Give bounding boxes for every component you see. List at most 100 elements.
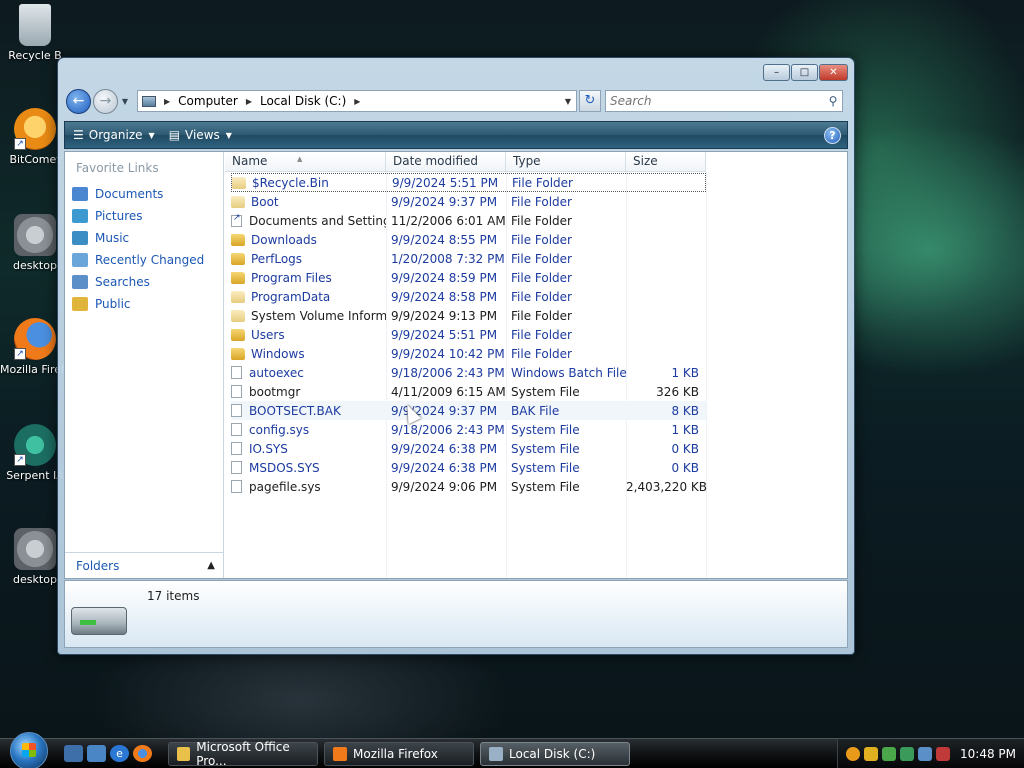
- internet-explorer-icon[interactable]: e: [110, 745, 129, 762]
- file-row[interactable]: bootmgr 4/11/2009 6:15 AM System File 326 K…: [231, 382, 706, 401]
- clock[interactable]: 10:48 PM: [960, 747, 1016, 761]
- shield-icon[interactable]: [864, 746, 878, 761]
- favorite-link-searches[interactable]: Searches: [72, 271, 204, 293]
- file-list-pane: ▲ Name Date modified Type Size $Recycle.…: [225, 152, 847, 578]
- column-header-size[interactable]: Size: [626, 152, 706, 172]
- address-dropdown-icon[interactable]: ▼: [560, 97, 576, 106]
- documents-icon: [72, 187, 88, 201]
- file-size-cell: 1 KB: [671, 422, 699, 437]
- favorite-link-label: Documents: [95, 187, 164, 201]
- file-name: BOOTSECT.BAK: [249, 403, 341, 418]
- file-size-cell: 0 KB: [671, 460, 699, 475]
- file-date-cell: 9/9/2024 8:59 PM: [391, 270, 498, 285]
- chevron-right-icon[interactable]: ▶: [246, 97, 252, 106]
- file-row[interactable]: Documents and Settings 11/2/2006 6:01 AM F…: [231, 211, 706, 230]
- serpent-icon: ↗: [14, 424, 56, 466]
- hard-drive-icon: [71, 607, 127, 635]
- column-header-name[interactable]: ▲ Name: [225, 152, 386, 172]
- favorite-link-public[interactable]: Public: [72, 293, 204, 315]
- favorite-link-recently-changed[interactable]: Recently Changed: [72, 249, 204, 271]
- address-bar[interactable]: ▶ Computer ▶ Local Disk (C:) ▶ ▼: [137, 90, 577, 112]
- column-name-label: Name: [232, 154, 268, 168]
- maximize-button[interactable]: □: [791, 64, 818, 81]
- taskbar-button-label: Local Disk (C:): [509, 746, 596, 761]
- file-row[interactable]: Downloads 9/9/2024 8:55 PM File Folder: [231, 230, 706, 249]
- switch-windows-icon[interactable]: [87, 745, 106, 762]
- start-button[interactable]: [10, 731, 48, 768]
- breadcrumb-local-disk[interactable]: Local Disk (C:): [260, 94, 346, 108]
- breadcrumb-computer[interactable]: Computer: [178, 94, 238, 108]
- file-type-cell: System File: [511, 422, 580, 437]
- favorite-link-music[interactable]: Music: [72, 227, 204, 249]
- shortcut-arrow-icon: ↗: [14, 138, 26, 150]
- file-date-cell: 9/9/2024 6:38 PM: [391, 441, 498, 456]
- refresh-button[interactable]: ↻: [579, 90, 601, 112]
- search-box[interactable]: ⚲: [605, 90, 843, 112]
- folders-toggle[interactable]: Folders ▲: [65, 552, 223, 578]
- file-row[interactable]: BOOTSECT.BAK 9/9/2024 9:37 PM BAK File 8 KB: [231, 401, 706, 420]
- favorite-link-pictures[interactable]: Pictures: [72, 205, 204, 227]
- file-row[interactable]: Users 9/9/2024 5:51 PM File Folder: [231, 325, 706, 344]
- searches-icon: [72, 275, 88, 289]
- gear-icon: [14, 528, 56, 570]
- chevron-right-icon[interactable]: ▶: [164, 97, 170, 106]
- forward-button[interactable]: →: [93, 88, 118, 114]
- file-type-cell: File Folder: [512, 175, 573, 190]
- file-name: $Recycle.Bin: [252, 175, 329, 190]
- navigation-pane: Favorite Links Documents Pictures Music Rec…: [65, 152, 224, 578]
- desktop-icon-recycle[interactable]: Recycle B: [0, 4, 70, 62]
- taskbar-button-2[interactable]: Local Disk (C:): [480, 741, 630, 766]
- firefox-icon[interactable]: [133, 745, 152, 762]
- file-row[interactable]: pagefile.sys 9/9/2024 9:06 PM System File 2…: [231, 477, 707, 496]
- file-type-cell: System File: [511, 384, 580, 399]
- search-icon[interactable]: ⚲: [824, 94, 842, 108]
- check-icon[interactable]: [882, 746, 896, 761]
- security-tray-icon[interactable]: [900, 746, 914, 761]
- file-icon: [231, 442, 242, 455]
- column-header-type[interactable]: Type: [506, 152, 626, 172]
- music-icon: [72, 231, 88, 245]
- windows-logo-icon: [22, 742, 36, 757]
- file-row[interactable]: $Recycle.Bin 9/9/2024 5:51 PM File Folder: [231, 173, 706, 192]
- file-name-cell: autoexec: [231, 366, 386, 380]
- file-name-cell: config.sys: [231, 423, 386, 437]
- file-row[interactable]: ProgramData 9/9/2024 8:58 PM File Folder: [231, 287, 706, 306]
- organize-button[interactable]: ☰ Organize ▼: [73, 128, 155, 142]
- file-row[interactable]: PerfLogs 1/20/2008 7:32 PM File Folder: [231, 249, 706, 268]
- arrow-left-icon: ←: [72, 92, 85, 109]
- file-row[interactable]: Windows 9/9/2024 10:42 PM File Folder: [231, 344, 706, 363]
- file-row[interactable]: MSDOS.SYS 9/9/2024 6:38 PM System File 0 KB: [231, 458, 706, 477]
- file-row[interactable]: System Volume Inform... 9/9/2024 9:13 PM F…: [231, 306, 706, 325]
- taskbar-button-1[interactable]: Mozilla Firefox: [324, 741, 474, 766]
- file-date-cell: 1/20/2008 7:32 PM: [391, 251, 505, 266]
- file-size-cell: 0 KB: [671, 441, 699, 456]
- file-row[interactable]: autoexec 9/18/2006 2:43 PM Windows Batch F…: [231, 363, 706, 382]
- file-row[interactable]: config.sys 9/18/2006 2:43 PM System File 1 …: [231, 420, 706, 439]
- file-date-cell: 9/9/2024 9:37 PM: [391, 194, 498, 209]
- column-header-date[interactable]: Date modified: [386, 152, 506, 172]
- file-type-cell: Windows Batch File: [511, 365, 627, 380]
- minimize-button[interactable]: –: [763, 64, 790, 81]
- network-icon[interactable]: [918, 746, 932, 761]
- window-controls: – □ ✕: [763, 64, 848, 81]
- views-button[interactable]: ▤ Views ▼: [169, 128, 232, 142]
- taskbar-button-0[interactable]: Microsoft Office Pro...: [168, 740, 318, 768]
- file-icon: [231, 404, 242, 417]
- favorite-link-documents[interactable]: Documents: [72, 183, 204, 205]
- show-desktop-icon[interactable]: [64, 745, 83, 762]
- file-row[interactable]: Program Files 9/9/2024 8:59 PM File Folder: [231, 268, 706, 287]
- file-row[interactable]: IO.SYS 9/9/2024 6:38 PM System File 0 KB: [231, 439, 706, 458]
- public-icon: [72, 297, 88, 311]
- help-button[interactable]: ?: [824, 126, 841, 144]
- close-button[interactable]: ✕: [819, 64, 848, 81]
- file-date-cell: 4/11/2009 6:15 AM: [391, 384, 506, 399]
- volume-muted-icon[interactable]: [936, 746, 950, 761]
- recent-pages-dropdown[interactable]: ▼: [119, 97, 131, 106]
- explorer-window[interactable]: – □ ✕ ← → ▼ ▶ Computer ▶ Local Disk (C:)…: [57, 57, 855, 655]
- chevron-right-icon[interactable]: ▶: [354, 97, 360, 106]
- file-row[interactable]: Boot 9/9/2024 9:37 PM File Folder: [231, 192, 706, 211]
- app-icon: [333, 746, 347, 761]
- back-button[interactable]: ←: [66, 88, 91, 114]
- search-input[interactable]: [606, 94, 824, 108]
- bitcomet-tray-icon[interactable]: [846, 746, 860, 761]
